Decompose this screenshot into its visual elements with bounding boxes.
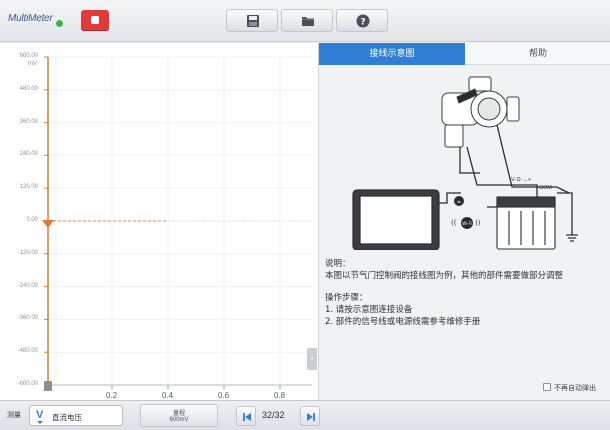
step-item: 1. 请按示意图连接设备 [325, 305, 413, 315]
wiring-diagram-image: V·Ω·→+ COM ⇆ (( Wi-Fi )) [352, 76, 578, 250]
step-item: 2. 部件的信号线或电源线需参考维修手册 [325, 317, 481, 327]
graph-canvas [42, 56, 312, 391]
svg-text:)): )) [475, 219, 481, 227]
x-tick-label: 0.4 [162, 391, 174, 400]
description-text: 本图以节气门控制阀的接线图为例，其他的部件需要做部分调整 [325, 271, 564, 281]
y-tick-label: 120.00 [19, 184, 38, 191]
zero-marker-icon [42, 220, 54, 228]
x-tick-label: 0.6 [218, 391, 230, 400]
y-tick-label: 0.00 [26, 217, 38, 223]
svg-text:Wi-Fi: Wi-Fi [462, 221, 472, 226]
last-page-button[interactable] [300, 406, 320, 426]
measure-label: 测量 [7, 411, 21, 419]
y-tick-label: -480.00 [17, 348, 38, 355]
ground-icon [566, 234, 578, 242]
voltage-icon: V [36, 409, 44, 421]
vo-label: V·Ω·→+ [511, 177, 531, 183]
skip-back-icon [243, 413, 251, 421]
description-section: 说明： 本图以节气门控制阀的接线图为例，其他的部件需要做部分调整 操作步骤： 1… [325, 258, 605, 328]
no-auto-popup-checkbox[interactable]: 不再自动弹出 [543, 383, 596, 393]
y-tick-label: 360.00 [19, 118, 38, 125]
description-title: 说明： [325, 259, 351, 269]
folder-icon [302, 17, 314, 26]
range-label: 量程 [172, 410, 185, 417]
no-auto-popup-label: 不再自动弹出 [554, 384, 596, 392]
help-panel: 接线示意图 帮助 V·Ω·→+ COM ⇆ ((Wi-Fi)) 说明： 本图… [318, 43, 610, 400]
y-tick-label: -600.00 [17, 381, 38, 387]
cursor-handle-icon [44, 381, 52, 391]
y-tick-label: -240.00 [17, 282, 38, 289]
measurement-mode-select[interactable]: V 直流电压 [29, 405, 123, 426]
y-tick-label: -120.00 [17, 249, 38, 256]
help-button[interactable]: ? [336, 9, 388, 32]
measurement-graph[interactable]: mV 600.00 480.00 360.00 240.00 120.00 0.00 -12… [0, 43, 318, 400]
wireless-waves-icon: (( [451, 219, 457, 227]
app-title: MultiMeter [8, 13, 53, 24]
y-tick-label: 600.00 [19, 53, 38, 59]
help-icon: ? [356, 14, 370, 28]
y-tick-label: 240.00 [19, 151, 38, 158]
steps-title: 操作步骤： [325, 293, 368, 303]
stop-square-icon [91, 16, 99, 24]
multimeter-app: MultiMeter ? mV 600.00 480.00 360.00 240… [0, 0, 610, 430]
tab-help[interactable]: 帮助 [465, 43, 610, 65]
tablet-illustration [352, 189, 440, 250]
panel-tabs: 接线示意图 帮助 [319, 43, 610, 65]
measurement-mode-value: 直流电压 [52, 413, 82, 422]
first-page-button[interactable] [236, 406, 256, 426]
x-tick-label: 0.8 [274, 391, 286, 400]
tab-wiring-diagram[interactable]: 接线示意图 [319, 43, 465, 65]
svg-text:?: ? [360, 18, 365, 28]
page-indicator: 32/32 [262, 410, 285, 420]
y-tick-label: 480.00 [19, 85, 38, 92]
range-value: 600mV [169, 417, 189, 423]
y-tick-label: -360.00 [17, 315, 38, 322]
status-dot-icon [56, 20, 63, 27]
x-tick-label: 0.2 [106, 391, 118, 400]
chevron-down-icon [37, 421, 43, 424]
multimeter-module-illustration [496, 196, 556, 250]
range-button[interactable]: 量程 600mV [140, 404, 218, 427]
bottom-toolbar: 测量 V 直流电压 量程 600mV 32/32 [0, 400, 610, 430]
top-toolbar: MultiMeter ? [0, 0, 610, 42]
checkbox-icon [543, 383, 551, 391]
open-folder-button[interactable] [281, 9, 333, 32]
panel-collapse-handle[interactable]: › [307, 348, 317, 370]
skip-forward-icon [307, 413, 315, 421]
y-axis-unit: mV [28, 61, 37, 67]
save-icon [247, 15, 259, 27]
save-button[interactable] [226, 9, 278, 32]
throttle-body-illustration [441, 76, 520, 148]
stop-button[interactable] [81, 10, 109, 31]
com-label: COM [539, 185, 552, 191]
